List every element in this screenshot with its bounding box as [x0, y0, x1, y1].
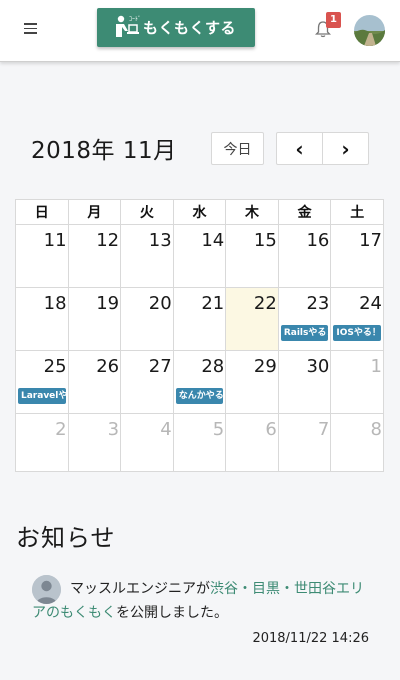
day-cell[interactable]: 23 Railsやる！: [277, 287, 332, 351]
day-number: 6: [265, 419, 277, 440]
top-navbar: ｺｰﾄﾞ もくもくする 1: [0, 0, 400, 62]
day-cell[interactable]: 13: [120, 224, 174, 288]
day-cell-other-month[interactable]: 1: [330, 350, 384, 414]
weekday-header: 金: [277, 199, 332, 225]
day-cell[interactable]: 20: [120, 287, 174, 351]
day-cell[interactable]: 25 Laravelや: [15, 350, 69, 414]
day-number: 22: [253, 293, 277, 314]
day-number: 25: [43, 356, 67, 377]
week-row: 18 19 20 21 22 23 Railsやる！ 24 IOSやる！: [15, 287, 384, 351]
day-cell[interactable]: 24 IOSやる！: [330, 287, 384, 351]
user-avatar[interactable]: [354, 15, 385, 46]
day-number: 23: [306, 293, 330, 314]
day-cell-other-month[interactable]: 3: [67, 413, 122, 472]
calendar-event[interactable]: Railsやる！: [280, 325, 329, 341]
news-item-prefix: マッスルエンジニアが: [70, 581, 210, 597]
day-number: 30: [306, 356, 330, 377]
weekday-header: 月: [67, 199, 122, 225]
day-cell-today[interactable]: 22: [225, 287, 279, 351]
today-button[interactable]: 今日: [211, 132, 264, 165]
day-number: 14: [201, 230, 225, 251]
day-cell-other-month[interactable]: 2: [15, 413, 69, 472]
weekday-header-row: 日 月 火 水 木 金 土: [15, 199, 384, 225]
chevron-right-icon: ›: [341, 136, 350, 161]
day-number: 5: [212, 419, 225, 440]
day-number: 17: [359, 230, 382, 251]
day-cell[interactable]: 27: [120, 350, 174, 414]
news-item-timestamp: 2018/11/22 14:26: [252, 631, 369, 646]
day-number: 7: [317, 419, 330, 440]
day-number: 4: [160, 419, 172, 440]
day-cell[interactable]: 15: [225, 224, 279, 288]
news-item-text: マッスルエンジニアが渋谷・目黒・世田谷エリアのもくもくを公開しました。: [32, 577, 377, 625]
day-cell[interactable]: 28 なんかやる: [172, 350, 227, 414]
day-number: 13: [148, 230, 172, 251]
day-cell-other-month[interactable]: 5: [172, 413, 227, 472]
brand-button[interactable]: ｺｰﾄﾞ もくもくする: [97, 8, 255, 47]
day-cell-other-month[interactable]: 4: [120, 413, 174, 472]
day-number: 26: [96, 356, 120, 377]
day-number: 12: [96, 230, 120, 251]
day-number: 29: [253, 356, 277, 377]
day-number: 3: [107, 419, 120, 440]
weekday-header: 土: [330, 199, 384, 225]
day-cell[interactable]: 11: [15, 224, 69, 288]
svg-text:ｺｰﾄﾞ: ｺｰﾄﾞ: [129, 16, 141, 23]
day-cell[interactable]: 30: [277, 350, 332, 414]
weekday-header: 日: [15, 199, 69, 225]
news-item-suffix: を公開しました。: [116, 605, 228, 621]
week-row: 11 12 13 14 15 16 17: [15, 224, 384, 288]
day-number: 18: [43, 293, 67, 314]
day-cell[interactable]: 17: [330, 224, 384, 288]
day-number: 15: [253, 230, 277, 251]
brand-label: もくもくする: [143, 19, 237, 37]
day-number: 21: [201, 293, 225, 314]
day-number: 20: [148, 293, 172, 314]
hamburger-menu-icon[interactable]: [24, 23, 37, 34]
day-cell[interactable]: 26: [67, 350, 122, 414]
day-number: 28: [201, 356, 225, 377]
month-calendar: 日 月 火 水 木 金 土 11 12 13 14 15 16 17 18 19…: [15, 199, 384, 472]
calendar-title: 2018年 11月: [31, 138, 177, 164]
day-cell[interactable]: 16: [277, 224, 332, 288]
calendar-event[interactable]: なんかやる: [175, 388, 224, 404]
calendar-event[interactable]: Laravelや: [18, 388, 66, 404]
day-number: 24: [359, 293, 382, 314]
calendar-event[interactable]: IOSやる！: [333, 325, 381, 341]
day-number: 2: [55, 419, 67, 440]
day-cell[interactable]: 18: [15, 287, 69, 351]
day-number: 11: [43, 230, 67, 251]
day-cell-other-month[interactable]: 6: [225, 413, 279, 472]
weekday-header: 水: [172, 199, 227, 225]
day-number: 1: [370, 356, 382, 377]
day-number: 8: [370, 419, 382, 440]
prev-month-button[interactable]: ‹: [276, 132, 323, 165]
weekday-header: 火: [120, 199, 174, 225]
chevron-left-icon: ‹: [295, 136, 304, 161]
day-cell-other-month[interactable]: 7: [277, 413, 332, 472]
day-number: 27: [148, 356, 172, 377]
day-cell-other-month[interactable]: 8: [330, 413, 384, 472]
news-heading: お知らせ: [16, 524, 116, 552]
day-cell[interactable]: 12: [67, 224, 122, 288]
notification-badge: 1: [326, 12, 341, 28]
next-month-button[interactable]: ›: [322, 132, 369, 165]
day-cell[interactable]: 29: [225, 350, 279, 414]
day-number: 16: [306, 230, 330, 251]
day-cell[interactable]: 19: [67, 287, 122, 351]
weekday-header: 木: [225, 199, 279, 225]
week-row: 25 Laravelや 26 27 28 なんかやる 29 30 1: [15, 350, 384, 414]
day-cell[interactable]: 21: [172, 287, 227, 351]
week-row: 2 3 4 5 6 7 8: [15, 413, 384, 472]
day-cell[interactable]: 14: [172, 224, 227, 288]
day-number: 19: [96, 293, 120, 314]
coding-person-icon: ｺｰﾄﾞ: [116, 15, 141, 37]
